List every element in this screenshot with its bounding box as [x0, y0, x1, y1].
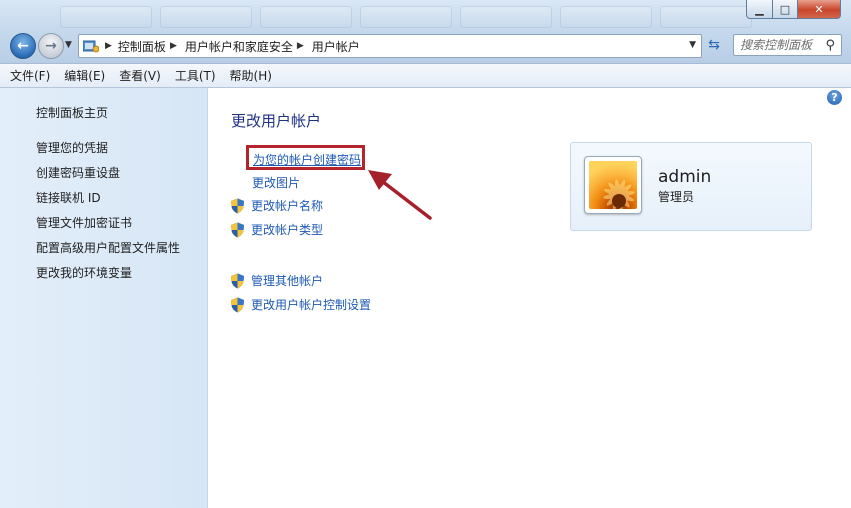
address-history-dropdown[interactable]: ▼ — [689, 40, 696, 50]
page-title: 更改用户帐户 — [231, 112, 322, 130]
breadcrumb-separator[interactable]: ▶ — [297, 41, 304, 51]
background-taskbar-ghost — [60, 6, 752, 28]
refresh-icon: ⇆ — [708, 37, 720, 53]
sidebar-item-create-reset-disk[interactable]: 创建密码重设盘 — [36, 164, 120, 181]
change-account-name-label: 更改帐户名称 — [251, 199, 324, 213]
window-controls: ▁ □ ✕ — [746, 0, 841, 19]
forward-button[interactable]: → — [38, 33, 64, 59]
uac-shield-icon — [231, 222, 244, 237]
menu-edit[interactable]: 编辑(E) — [64, 67, 105, 84]
change-picture-label: 更改图片 — [252, 176, 301, 190]
help-icon[interactable]: ? — [827, 90, 842, 105]
search-icon[interactable]: ⚲ — [825, 38, 835, 53]
breadcrumb: ▶ 控制面板 ▶ 用户帐户和家庭安全 ▶ 用户帐户 — [103, 38, 360, 55]
uac-shield-icon — [231, 273, 244, 288]
change-account-type-link[interactable]: 更改帐户类型 — [230, 221, 323, 238]
menu-help[interactable]: 帮助(H) — [230, 67, 272, 84]
breadcrumb-user-accounts-family[interactable]: 用户帐户和家庭安全 — [185, 38, 293, 55]
red-arrow-annotation — [368, 170, 432, 220]
manage-other-accounts-link[interactable]: 管理其他帐户 — [230, 272, 323, 289]
sidebar-item-control-panel-home[interactable]: 控制面板主页 — [36, 104, 108, 121]
create-password-link[interactable]: 为您的帐户创建密码 — [253, 151, 361, 168]
user-name: admin — [658, 167, 712, 187]
refresh-button[interactable]: ⇆ — [703, 34, 725, 56]
user-account-card: admin 管理员 — [570, 142, 812, 231]
change-picture-link[interactable]: 更改图片 — [252, 174, 300, 191]
forward-arrow-icon: → — [45, 38, 57, 54]
breadcrumb-separator[interactable]: ▶ — [170, 41, 177, 51]
close-button[interactable]: ✕ — [798, 0, 841, 19]
sidebar-item-environment-variables[interactable]: 更改我的环境变量 — [36, 264, 132, 281]
change-account-name-link[interactable]: 更改帐户名称 — [230, 197, 323, 214]
flower-avatar-image — [589, 161, 637, 209]
address-bar[interactable]: ▶ 控制面板 ▶ 用户帐户和家庭安全 ▶ 用户帐户 ▼ — [78, 34, 702, 58]
breadcrumb-user-accounts[interactable]: 用户帐户 — [312, 38, 360, 55]
change-account-type-label: 更改帐户类型 — [251, 223, 324, 237]
create-password-link-highlight[interactable]: 为您的帐户创建密码 — [246, 145, 365, 170]
menu-file[interactable]: 文件(F) — [10, 67, 50, 84]
sidebar-item-link-online-id[interactable]: 链接联机 ID — [36, 189, 101, 206]
recent-pages-dropdown[interactable]: ▼ — [65, 40, 72, 50]
uac-settings-label: 更改用户帐户控制设置 — [251, 298, 372, 312]
back-arrow-icon: ← — [17, 38, 29, 54]
uac-settings-link[interactable]: 更改用户帐户控制设置 — [230, 296, 371, 313]
avatar[interactable] — [584, 156, 642, 214]
menu-bar: 文件(F) 编辑(E) 查看(V) 工具(T) 帮助(H) — [0, 63, 851, 88]
breadcrumb-control-panel[interactable]: 控制面板 — [118, 38, 166, 55]
sidebar-item-manage-encryption-certs[interactable]: 管理文件加密证书 — [36, 214, 132, 231]
search-box[interactable]: ⚲ — [733, 34, 842, 56]
maximize-button[interactable]: □ — [773, 0, 798, 19]
control-panel-icon — [82, 39, 100, 53]
back-button[interactable]: ← — [10, 33, 36, 59]
uac-shield-icon — [231, 297, 244, 312]
uac-shield-icon — [231, 198, 244, 213]
sidebar-item-advanced-profile-properties[interactable]: 配置高级用户配置文件属性 — [36, 239, 180, 256]
sidebar-item-manage-credentials[interactable]: 管理您的凭据 — [36, 139, 108, 156]
search-input[interactable] — [740, 38, 820, 52]
breadcrumb-separator[interactable]: ▶ — [105, 41, 112, 51]
sidebar: 控制面板主页 管理您的凭据 创建密码重设盘 链接联机 ID 管理文件加密证书 配… — [0, 88, 208, 508]
user-role: 管理员 — [658, 190, 695, 204]
menu-tools[interactable]: 工具(T) — [175, 67, 216, 84]
menu-view[interactable]: 查看(V) — [119, 67, 161, 84]
manage-other-accounts-label: 管理其他帐户 — [251, 274, 324, 288]
minimize-button[interactable]: ▁ — [746, 0, 773, 19]
